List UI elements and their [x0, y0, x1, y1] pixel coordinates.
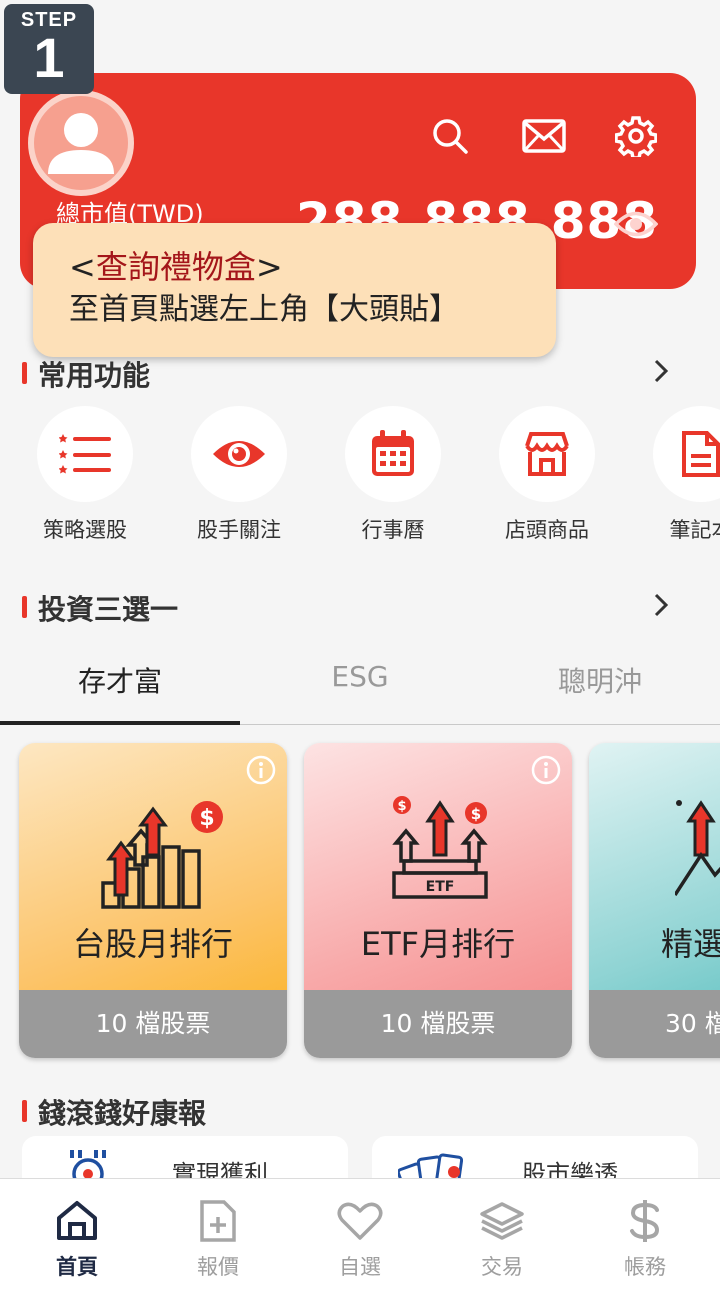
chart-growth-icon: $ — [101, 801, 223, 909]
nav-label: 帳務 — [624, 1255, 666, 1279]
app-home-screen: 總市值(TWD) 288,888,888 STEP 1 <查詢禮物盒> 至首頁點… — [0, 0, 720, 1300]
function-icon-circle — [653, 406, 720, 502]
eye-icon[interactable] — [614, 202, 658, 246]
section-header-invest[interactable]: 投資三選一 — [22, 588, 702, 626]
section-marker — [22, 596, 27, 618]
card-count: 10 檔股票 — [304, 990, 572, 1058]
mail-icon[interactable] — [522, 114, 566, 158]
tab-active-indicator — [0, 721, 240, 725]
section-header-common-functions[interactable]: 常用功能 — [22, 354, 702, 392]
nav-item-account[interactable]: 帳務 — [573, 1197, 717, 1281]
function-label: 策略選股 — [43, 518, 127, 542]
tooltip-title: <查詢禮物盒> — [69, 245, 520, 289]
nav-label: 首頁 — [56, 1255, 98, 1279]
calendar-icon — [372, 430, 414, 476]
home-icon — [53, 1197, 101, 1245]
card-count: 10 檔股票 — [19, 990, 287, 1058]
step-number: 1 — [33, 26, 65, 89]
note-icon — [682, 431, 720, 477]
heart-icon — [336, 1197, 384, 1245]
chevron-right-icon[interactable] — [646, 590, 676, 620]
tooltip-bracket-open: < — [69, 248, 96, 286]
section-title: 錢滾錢好康報 — [38, 1097, 207, 1130]
nav-item-quote[interactable]: 報價 — [146, 1197, 290, 1281]
function-label: 行事曆 — [361, 518, 425, 542]
avatar[interactable] — [28, 90, 134, 196]
nav-item-watchlist[interactable]: 自選 — [288, 1197, 432, 1281]
mountain-flag-icon — [675, 800, 720, 896]
tooltip-bracket-close: > — [255, 248, 283, 286]
section-marker — [22, 362, 27, 384]
section-title: 投資三選一 — [38, 593, 179, 626]
section-marker — [22, 1100, 27, 1122]
store-icon — [525, 432, 569, 476]
card-count: 30 檔 — [589, 990, 720, 1058]
nav-item-trade[interactable]: 交易 — [430, 1197, 574, 1281]
function-label: 股手關注 — [197, 518, 281, 542]
info-icon[interactable] — [530, 754, 562, 786]
nav-label: 交易 — [481, 1255, 523, 1279]
step-badge: STEP 1 — [4, 4, 94, 94]
function-icon-circle — [191, 406, 287, 502]
function-item-strategy[interactable]: 策略選股 — [20, 406, 150, 544]
card-title: 精選 — [661, 925, 720, 963]
search-icon[interactable] — [428, 114, 472, 158]
card-title: 台股月排行 — [72, 925, 233, 963]
tab-smart-trade[interactable]: 聰明沖 — [480, 660, 720, 700]
function-item-store[interactable]: 店頭商品 — [482, 406, 612, 544]
section-header-promo: 錢滾錢好康報 — [22, 1092, 702, 1130]
eye-icon — [213, 441, 265, 467]
layers-icon — [478, 1197, 526, 1245]
product-card-selected[interactable]: 精選 30 檔 — [589, 743, 720, 1058]
svg-text:$: $ — [471, 805, 481, 823]
function-item-notebook[interactable]: 筆記本 — [636, 406, 720, 544]
dollar-icon — [621, 1197, 669, 1245]
card-illustration-area: ETF $ $ ETF月排行 — [304, 743, 572, 990]
card-title: ETF月排行 — [360, 925, 516, 963]
bottom-navigation: 首頁 報價 自選 交易 帳務 — [0, 1178, 720, 1300]
function-icon-circle — [37, 406, 133, 502]
function-icon-circle — [499, 406, 595, 502]
tooltip-title-text: 查詢禮物盒 — [95, 248, 256, 286]
tab-esg[interactable]: ESG — [240, 660, 480, 693]
tab-cun-cai-fu[interactable]: 存才富 — [0, 660, 240, 700]
tooltip-body: 至首頁點選左上角【大頭貼】 — [69, 292, 459, 327]
avatar-image — [34, 96, 128, 190]
svg-text:$: $ — [397, 799, 406, 814]
card-illustration-area: $ 台股月排行 — [19, 743, 287, 990]
svg-text:$: $ — [199, 806, 214, 831]
function-item-follow[interactable]: 股手關注 — [174, 406, 304, 544]
list-icon — [59, 434, 111, 474]
info-icon[interactable] — [245, 754, 277, 786]
etf-podium-icon: ETF $ $ — [392, 796, 488, 899]
quote-icon — [194, 1197, 242, 1245]
function-icon-circle — [345, 406, 441, 502]
nav-label: 報價 — [197, 1255, 239, 1279]
function-item-calendar[interactable]: 行事曆 — [328, 406, 458, 544]
section-title: 常用功能 — [38, 359, 151, 392]
nav-label: 自選 — [339, 1255, 381, 1279]
chevron-right-icon[interactable] — [646, 356, 676, 386]
gear-icon[interactable] — [614, 114, 658, 158]
product-card-etf-ranking[interactable]: ETF $ $ ETF月排行 10 檔股票 — [304, 743, 572, 1058]
product-card-tw-stock-ranking[interactable]: $ 台股月排行 10 檔股票 — [19, 743, 287, 1058]
card-illustration-area: 精選 — [589, 743, 720, 990]
nav-item-home[interactable]: 首頁 — [5, 1197, 149, 1281]
function-label: 筆記本 — [669, 518, 720, 542]
svg-text:ETF: ETF — [426, 879, 455, 895]
instruction-tooltip: <查詢禮物盒> 至首頁點選左上角【大頭貼】 — [33, 223, 556, 357]
function-label: 店頭商品 — [505, 518, 589, 542]
